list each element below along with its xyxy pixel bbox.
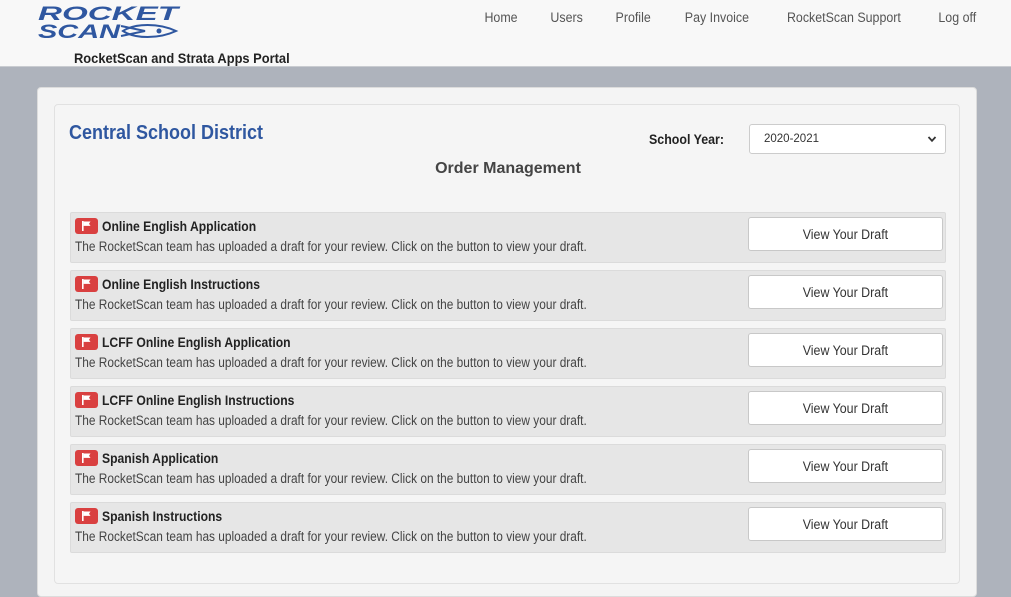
portal-subtitle: RocketScan and Strata Apps Portal <box>74 50 290 66</box>
nav-rocketscan-support[interactable]: RocketScan Support <box>773 11 915 25</box>
draft-description: The RocketScan team has uploaded a draft… <box>75 471 587 486</box>
draft-description: The RocketScan team has uploaded a draft… <box>75 355 587 370</box>
draft-description: The RocketScan team has uploaded a draft… <box>75 239 587 254</box>
view-draft-button[interactable]: View Your Draft <box>748 449 943 483</box>
nav-pay-invoice[interactable]: Pay Invoice <box>671 11 763 25</box>
flag-icon <box>75 508 98 524</box>
draft-description: The RocketScan team has uploaded a draft… <box>75 529 587 544</box>
draft-list: Online English Application The RocketSca… <box>70 212 946 560</box>
draft-row: Online English Application The RocketSca… <box>70 212 946 263</box>
draft-title: Spanish Instructions <box>102 509 223 524</box>
nav-profile[interactable]: Profile <box>602 11 665 25</box>
draft-row: LCFF Online English Instructions The Roc… <box>70 386 946 437</box>
page-heading: Order Management <box>435 160 581 177</box>
draft-title: LCFF Online English Application <box>102 335 291 350</box>
main-nav: Home Users Profile Pay Invoice RocketSca… <box>468 11 1011 25</box>
draft-row: Spanish Application The RocketScan team … <box>70 444 946 495</box>
flag-icon <box>75 450 98 466</box>
view-draft-label: View Your Draft <box>802 516 889 532</box>
view-draft-button[interactable]: View Your Draft <box>748 507 943 541</box>
view-draft-label: View Your Draft <box>802 284 889 300</box>
flag-icon <box>75 334 98 350</box>
rocketscan-logo[interactable]: ROCKET SCAN <box>37 4 182 40</box>
nav-home[interactable]: Home <box>470 11 531 25</box>
draft-title: Spanish Application <box>102 451 219 466</box>
draft-title: Online English Application <box>102 219 257 234</box>
draft-row: Spanish Instructions The RocketScan team… <box>70 502 946 553</box>
view-draft-button[interactable]: View Your Draft <box>748 275 943 309</box>
draft-title: Online English Instructions <box>102 277 260 292</box>
svg-text:SCAN: SCAN <box>38 22 122 40</box>
nav-users[interactable]: Users <box>536 11 596 25</box>
chevron-down-icon <box>927 136 937 143</box>
flag-icon <box>75 392 98 408</box>
draft-description: The RocketScan team has uploaded a draft… <box>75 297 587 312</box>
view-draft-label: View Your Draft <box>802 226 889 242</box>
draft-row: LCFF Online English Application The Rock… <box>70 328 946 379</box>
view-draft-label: View Your Draft <box>802 400 889 416</box>
content-container: Central School District School Year: 202… <box>37 87 977 597</box>
school-year-label: School Year: <box>649 132 725 147</box>
order-management-panel: Central School District School Year: 202… <box>54 104 960 584</box>
nav-log-off[interactable]: Log off <box>925 11 1008 25</box>
flag-icon <box>75 276 98 292</box>
school-year-select[interactable]: 2020-2021 <box>749 124 946 154</box>
district-title: Central School District <box>69 122 264 144</box>
brand[interactable]: ROCKET SCAN RocketScan and Strata Apps P… <box>37 4 290 66</box>
draft-description: The RocketScan team has uploaded a draft… <box>75 413 587 428</box>
draft-title: LCFF Online English Instructions <box>102 393 295 408</box>
school-year-value: 2020-2021 <box>764 133 819 145</box>
top-navbar: ROCKET SCAN RocketScan and Strata Apps P… <box>0 0 1011 67</box>
view-draft-button[interactable]: View Your Draft <box>748 391 943 425</box>
draft-row: Online English Instructions The RocketSc… <box>70 270 946 321</box>
view-draft-button[interactable]: View Your Draft <box>748 333 943 367</box>
view-draft-label: View Your Draft <box>802 458 889 474</box>
flag-icon <box>75 218 98 234</box>
view-draft-label: View Your Draft <box>802 342 889 358</box>
view-draft-button[interactable]: View Your Draft <box>748 217 943 251</box>
